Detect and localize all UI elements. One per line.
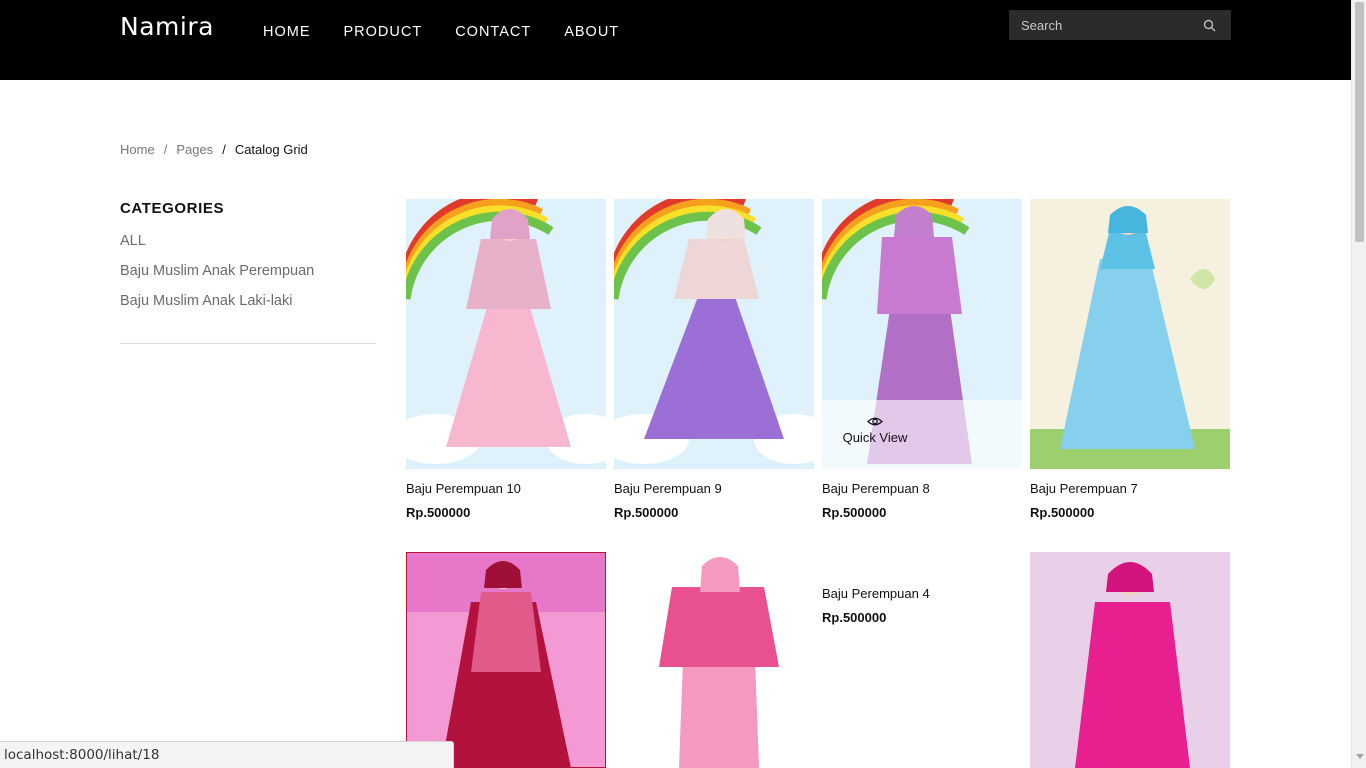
product-name[interactable]: Baju Perempuan 7 bbox=[1030, 481, 1230, 496]
breadcrumb: Home / Pages / Catalog Grid bbox=[120, 142, 308, 157]
category-list: ALL Baju Muslim Anak Perempuan Baju Musl… bbox=[120, 231, 376, 321]
product-card[interactable] bbox=[406, 552, 606, 768]
product-photo bbox=[614, 552, 814, 768]
breadcrumb-pages[interactable]: Pages bbox=[176, 142, 213, 157]
product-photo bbox=[406, 552, 606, 768]
product-card[interactable]: Baju Perempuan 9 Rp.500000 bbox=[614, 199, 814, 520]
product-card[interactable]: Baju Perempuan 10 Rp.500000 bbox=[406, 199, 606, 520]
nav-home[interactable]: HOME bbox=[263, 24, 311, 40]
search-button[interactable] bbox=[1194, 10, 1224, 40]
nav-contact[interactable]: CONTACT bbox=[455, 24, 531, 40]
product-card[interactable]: Baju Perempuan 4 Rp.500000 bbox=[822, 552, 1022, 625]
site-logo[interactable]: Namira bbox=[120, 12, 214, 41]
eye-icon bbox=[867, 417, 883, 426]
product-price: Rp.500000 bbox=[614, 505, 679, 520]
breadcrumb-separator: / bbox=[222, 142, 226, 157]
product-name[interactable]: Baju Perempuan 10 bbox=[406, 481, 606, 496]
product-card[interactable]: Quick View Baju Perempuan 8 Rp.500000 bbox=[822, 199, 1022, 520]
category-all[interactable]: ALL bbox=[120, 231, 376, 261]
product-price: Rp.500000 bbox=[406, 505, 471, 520]
top-shape bbox=[466, 239, 551, 309]
sidebar-divider bbox=[120, 343, 376, 344]
category-girls[interactable]: Baju Muslim Anak Perempuan bbox=[120, 261, 376, 291]
product-image[interactable] bbox=[614, 552, 814, 768]
product-name[interactable]: Baju Perempuan 4 bbox=[822, 586, 1022, 601]
product-image[interactable] bbox=[406, 199, 606, 469]
product-card[interactable]: Baju Perempuan 7 Rp.500000 bbox=[1030, 199, 1230, 520]
product-image[interactable] bbox=[406, 552, 606, 768]
nav-about[interactable]: ABOUT bbox=[564, 24, 619, 40]
breadcrumb-current: Catalog Grid bbox=[234, 142, 308, 157]
categories-title: CATEGORIES bbox=[120, 200, 225, 217]
product-photo bbox=[1030, 552, 1230, 768]
category-boys[interactable]: Baju Muslim Anak Laki-laki bbox=[120, 291, 376, 321]
product-card[interactable] bbox=[614, 552, 814, 768]
product-card[interactable] bbox=[1030, 552, 1230, 768]
quick-view-label[interactable]: Quick View bbox=[822, 430, 1022, 445]
product-image[interactable] bbox=[1030, 199, 1230, 469]
product-image[interactable] bbox=[614, 199, 814, 469]
search-input[interactable] bbox=[1009, 17, 1194, 33]
product-name[interactable]: Baju Perempuan 8 bbox=[822, 481, 1022, 496]
breadcrumb-home[interactable]: Home bbox=[120, 142, 155, 157]
vertical-scrollbar[interactable] bbox=[1351, 0, 1366, 768]
product-image[interactable] bbox=[1030, 552, 1230, 768]
product-price: Rp.500000 bbox=[1030, 505, 1095, 520]
nav-product[interactable]: PRODUCT bbox=[344, 24, 423, 40]
product-name[interactable]: Baju Perempuan 9 bbox=[614, 481, 814, 496]
search-box bbox=[1009, 10, 1231, 40]
top-navbar: Namira HOME PRODUCT CONTACT ABOUT bbox=[0, 0, 1351, 80]
product-photo bbox=[406, 199, 606, 469]
main-nav: HOME PRODUCT CONTACT ABOUT bbox=[263, 24, 652, 40]
quick-view-overlay[interactable]: Quick View bbox=[822, 400, 1022, 469]
scrollbar-thumb[interactable] bbox=[1355, 2, 1364, 242]
breadcrumb-separator: / bbox=[163, 142, 168, 157]
product-price: Rp.500000 bbox=[822, 610, 887, 625]
product-photo bbox=[614, 199, 814, 469]
categories-sidebar: CATEGORIES ALL Baju Muslim Anak Perempua… bbox=[120, 200, 376, 344]
product-image[interactable]: Quick View bbox=[822, 199, 1022, 469]
search-icon bbox=[1203, 19, 1215, 31]
scroll-down-arrow-icon[interactable] bbox=[1356, 754, 1364, 759]
product-price: Rp.500000 bbox=[822, 505, 887, 520]
product-photo bbox=[1030, 199, 1230, 469]
browser-status-bar: localhost:8000/lihat/18 bbox=[0, 741, 454, 768]
